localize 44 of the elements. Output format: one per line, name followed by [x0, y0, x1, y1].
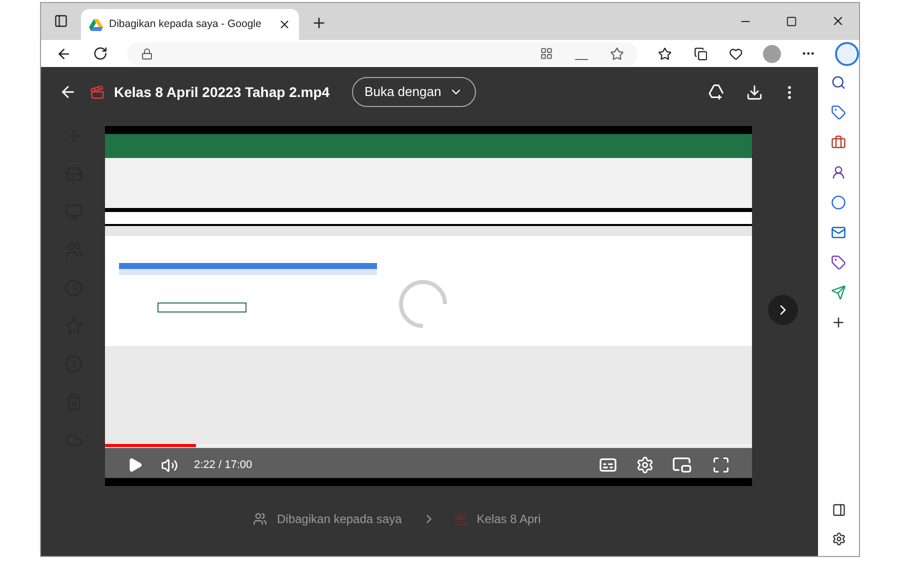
apps-icon[interactable] [540, 47, 553, 60]
copilot-icon[interactable] [835, 42, 860, 66]
collections-icon[interactable] [694, 46, 708, 60]
back-icon[interactable] [59, 83, 77, 101]
file-name: Kelas 8 April 20223 Tahap 2.mp4 [114, 82, 330, 102]
breadcrumb-item[interactable]: Kelas 8 Apri [476, 510, 541, 528]
volume-icon[interactable] [161, 456, 178, 474]
hide-sidebar-icon[interactable] [832, 503, 846, 517]
reload-icon[interactable] [92, 46, 108, 61]
download-icon[interactable] [746, 84, 763, 100]
breadcrumb-item[interactable]: Dibagikan kepada saya [277, 510, 402, 528]
person-icon[interactable] [831, 165, 846, 180]
add-icon[interactable] [831, 315, 846, 330]
health-icon[interactable] [729, 46, 744, 60]
search-icon[interactable] [831, 75, 846, 90]
video-file-icon [90, 84, 105, 100]
miniplayer-icon[interactable] [672, 455, 692, 475]
fullscreen-icon[interactable] [712, 456, 730, 474]
lock-icon [141, 48, 154, 60]
open-with-button[interactable]: Buka dengan [352, 77, 476, 107]
play-icon[interactable] [127, 457, 143, 473]
back-icon[interactable] [56, 46, 72, 62]
close-tab-icon[interactable] [278, 18, 291, 31]
browser-tab[interactable]: Dibagikan kepada saya - Google [81, 9, 299, 40]
favorites-icon[interactable] [658, 46, 672, 60]
close-window-icon[interactable] [831, 14, 845, 28]
profile-avatar[interactable] [763, 44, 781, 62]
settings-icon[interactable] [832, 532, 846, 546]
mail-icon[interactable] [831, 225, 846, 240]
tag-icon[interactable] [831, 105, 846, 120]
new-tab-icon[interactable] [311, 15, 327, 31]
video-file-icon [454, 512, 467, 526]
send-icon[interactable] [831, 285, 846, 300]
video-time: 2:22 / 17:00 [194, 458, 252, 473]
tab-title: Dibagikan kepada saya - Google [109, 16, 262, 32]
label-icon[interactable] [831, 255, 846, 270]
add-to-drive-icon[interactable] [708, 83, 726, 101]
drive-logo-icon [89, 18, 103, 30]
favorite-icon[interactable] [610, 46, 624, 60]
next-button[interactable] [768, 295, 798, 325]
briefcase-icon[interactable] [831, 135, 846, 150]
shared-icon [253, 512, 267, 526]
maximize-icon[interactable] [786, 16, 797, 27]
tab-actions-icon[interactable] [54, 14, 68, 28]
